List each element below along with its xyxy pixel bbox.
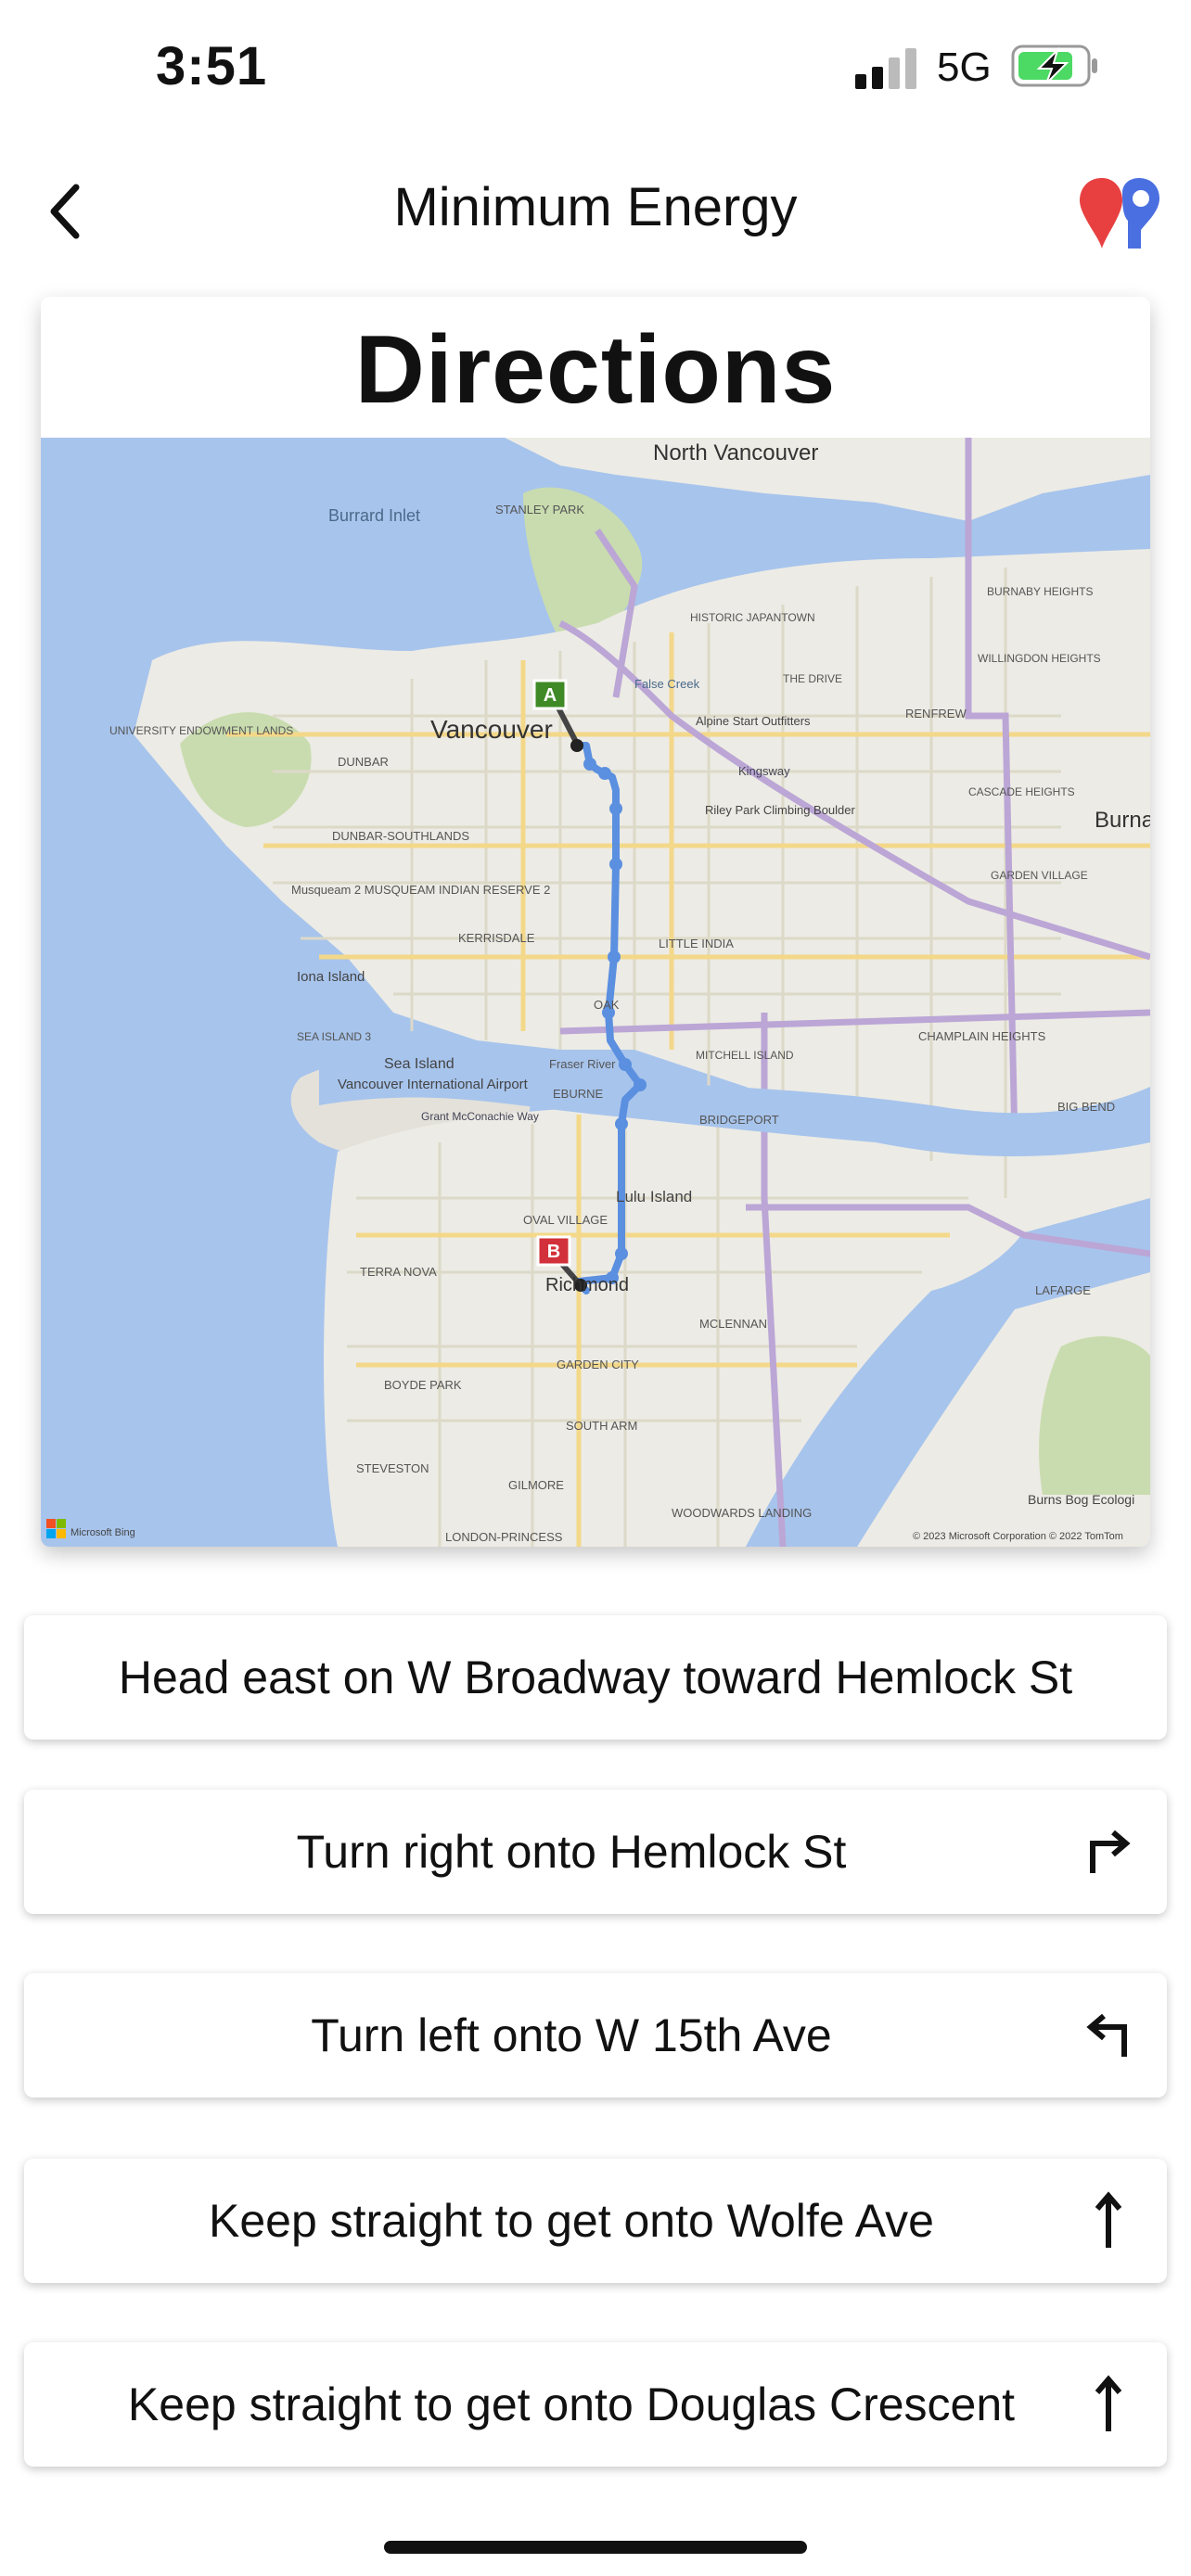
direction-step-text: Head east on W Broadway toward Hemlock S…	[118, 1651, 1073, 1703]
direction-step-2[interactable]: Turn right onto Hemlock St	[24, 1790, 1167, 1914]
svg-text:MCLENNAN: MCLENNAN	[699, 1317, 767, 1331]
svg-text:THE DRIVE: THE DRIVE	[783, 672, 842, 685]
svg-text:Iona Island: Iona Island	[297, 969, 365, 985]
svg-text:BURNABY HEIGHTS: BURNABY HEIGHTS	[987, 585, 1093, 598]
direction-step-text: Keep straight to get onto Wolfe Ave	[208, 2195, 934, 2247]
svg-text:DUNBAR-SOUTHLANDS: DUNBAR-SOUTHLANDS	[332, 829, 469, 843]
direction-step-3[interactable]: Turn left onto W 15th Ave	[24, 1973, 1167, 2098]
turn-right-icon	[1090, 1830, 1131, 1873]
svg-text:CHAMPLAIN HEIGHTS: CHAMPLAIN HEIGHTS	[918, 1029, 1046, 1043]
direction-step-text: Turn right onto Hemlock St	[296, 1826, 847, 1878]
svg-text:Burna: Burna	[1095, 808, 1150, 833]
svg-text:BIG BEND: BIG BEND	[1057, 1100, 1115, 1114]
directions-card: Directions A B North Vancouver Burrard I…	[41, 297, 1150, 1547]
svg-text:STANLEY PARK: STANLEY PARK	[495, 503, 584, 516]
direction-step-1[interactable]: Head east on W Broadway toward Hemlock S…	[24, 1615, 1167, 1740]
svg-text:GILMORE: GILMORE	[508, 1478, 564, 1492]
straight-arrow-icon	[1095, 2375, 1122, 2431]
svg-text:Richmond: Richmond	[545, 1275, 629, 1295]
svg-text:WILLINGDON HEIGHTS: WILLINGDON HEIGHTS	[978, 652, 1101, 665]
svg-text:GARDEN VILLAGE: GARDEN VILLAGE	[991, 869, 1088, 882]
direction-step-text: Turn left onto W 15th Ave	[311, 2009, 832, 2061]
direction-step-4[interactable]: Keep straight to get onto Wolfe Ave	[24, 2159, 1167, 2283]
svg-text:Vancouver International Airpor: Vancouver International Airport	[338, 1077, 529, 1092]
svg-text:A: A	[544, 685, 557, 706]
svg-text:Vancouver: Vancouver	[430, 715, 553, 744]
svg-text:CASCADE HEIGHTS: CASCADE HEIGHTS	[968, 785, 1075, 798]
direction-step-text: Keep straight to get onto Douglas Cresce…	[127, 2378, 1016, 2430]
signal-icon	[855, 48, 916, 89]
straight-arrow-icon	[1095, 2191, 1122, 2248]
page-title: Minimum Energy	[393, 177, 798, 237]
svg-text:Microsoft Bing: Microsoft Bing	[70, 1527, 135, 1538]
svg-text:RENFREW: RENFREW	[905, 707, 967, 721]
network-type: 5G	[937, 45, 992, 90]
svg-text:Lulu Island: Lulu Island	[616, 1188, 692, 1205]
svg-text:HISTORIC JAPANTOWN: HISTORIC JAPANTOWN	[690, 611, 815, 624]
turn-left-icon	[1086, 2013, 1127, 2057]
svg-text:OAK: OAK	[594, 998, 620, 1012]
status-bar: 3:51 5G	[0, 0, 1191, 139]
svg-text:LONDON-PRINCESS: LONDON-PRINCESS	[445, 1530, 563, 1544]
svg-text:SEA ISLAND 3: SEA ISLAND 3	[297, 1030, 371, 1043]
route-map[interactable]: A B North Vancouver Burrard Inlet STANLE…	[41, 438, 1150, 1547]
svg-text:SOUTH ARM: SOUTH ARM	[566, 1419, 637, 1433]
svg-text:Grant McConachie Way: Grant McConachie Way	[421, 1110, 539, 1123]
svg-text:Sea Island: Sea Island	[384, 1056, 455, 1072]
status-time: 3:51	[156, 36, 268, 96]
svg-text:Riley Park Climbing Boulder: Riley Park Climbing Boulder	[705, 803, 856, 817]
svg-text:WOODWARDS LANDING: WOODWARDS LANDING	[672, 1506, 812, 1520]
app-logo-icon	[1080, 178, 1159, 249]
svg-text:LITTLE INDIA: LITTLE INDIA	[659, 937, 734, 950]
svg-text:B: B	[547, 1242, 560, 1262]
svg-text:UNIVERSITY ENDOWMENT LANDS: UNIVERSITY ENDOWMENT LANDS	[109, 724, 293, 737]
svg-text:© 2023 Microsoft Corporation ©: © 2023 Microsoft Corporation © 2022 TomT…	[913, 1531, 1123, 1542]
svg-text:Fraser River: Fraser River	[549, 1057, 616, 1071]
svg-text:LAFARGE: LAFARGE	[1035, 1283, 1091, 1297]
svg-text:North Vancouver: North Vancouver	[653, 440, 818, 465]
svg-text:Musqueam 2 MUSQUEAM INDIAN RES: Musqueam 2 MUSQUEAM INDIAN RESERVE 2	[291, 883, 550, 897]
nav-bar: Minimum Energy	[0, 158, 1191, 260]
battery-charging-icon	[1011, 45, 1097, 87]
direction-step-5[interactable]: Keep straight to get onto Douglas Cresce…	[24, 2342, 1167, 2467]
svg-text:EBURNE: EBURNE	[553, 1087, 604, 1101]
svg-text:Kingsway: Kingsway	[738, 764, 790, 778]
svg-text:BRIDGEPORT: BRIDGEPORT	[699, 1113, 779, 1127]
svg-text:False Creek: False Creek	[634, 677, 700, 691]
svg-text:Burrard Inlet: Burrard Inlet	[328, 506, 420, 525]
svg-text:STEVESTON: STEVESTON	[356, 1461, 429, 1475]
svg-text:Burns Bog Ecologi: Burns Bog Ecologi	[1028, 1492, 1134, 1507]
svg-text:BOYDE PARK: BOYDE PARK	[384, 1378, 462, 1392]
svg-text:OVAL VILLAGE: OVAL VILLAGE	[523, 1213, 608, 1227]
svg-text:GARDEN CITY: GARDEN CITY	[557, 1358, 639, 1371]
home-indicator[interactable]	[384, 2541, 807, 2554]
svg-text:Alpine Start Outfitters: Alpine Start Outfitters	[696, 714, 811, 728]
svg-text:TERRA NOVA: TERRA NOVA	[360, 1265, 437, 1279]
svg-text:MITCHELL ISLAND: MITCHELL ISLAND	[696, 1049, 794, 1062]
card-title: Directions	[354, 316, 837, 424]
svg-text:KERRISDALE: KERRISDALE	[458, 931, 535, 945]
svg-text:DUNBAR: DUNBAR	[338, 755, 389, 769]
